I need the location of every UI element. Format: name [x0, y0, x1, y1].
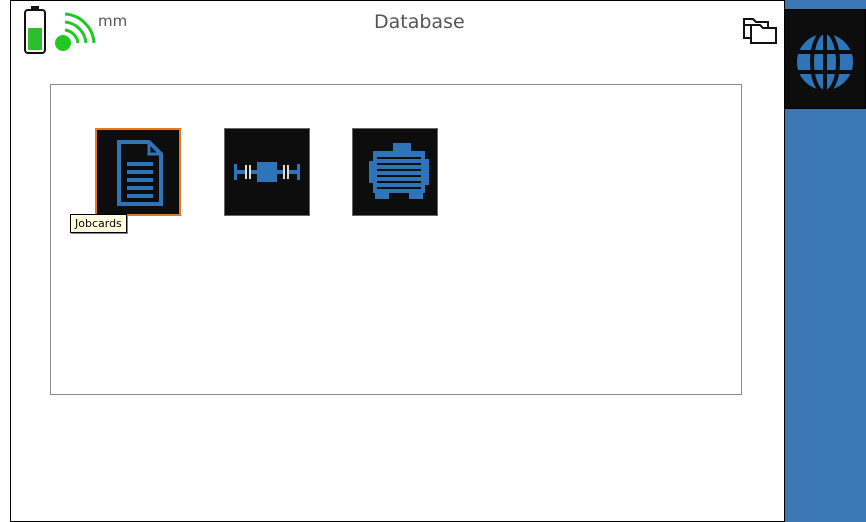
folder-icon[interactable] [742, 16, 778, 48]
page-title: Database [374, 11, 465, 33]
globe-button[interactable] [784, 9, 866, 109]
tooltip-jobcards: Jobcards [70, 214, 127, 233]
motor-icon [369, 143, 429, 199]
wireless-signal-icon [52, 8, 98, 58]
tile-motor[interactable] [352, 128, 438, 216]
shaft-coupling-icon [234, 162, 300, 182]
unit-label: mm [98, 12, 128, 30]
left-edge [0, 0, 11, 522]
tile-jobcards[interactable] [95, 128, 181, 216]
globe-icon [793, 30, 857, 94]
battery-icon [24, 6, 46, 58]
document-icon [117, 140, 163, 206]
tile-shaft-coupling[interactable] [224, 128, 310, 216]
